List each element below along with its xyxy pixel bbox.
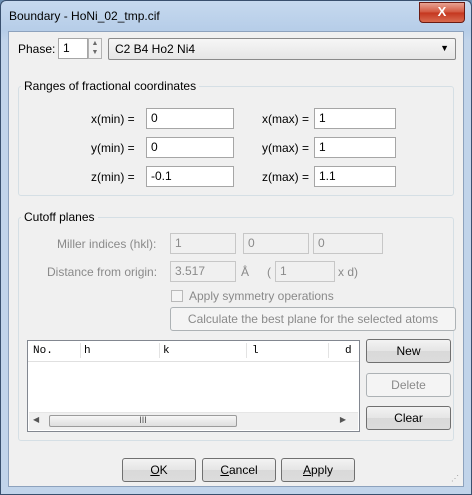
scroll-left-icon[interactable]: ◀ [33, 415, 39, 424]
clear-planes-button[interactable]: Clear [366, 406, 451, 430]
ymin-input[interactable]: 0 [146, 137, 234, 158]
col-header-h[interactable]: h [84, 345, 91, 357]
col-header-d[interactable]: d [345, 345, 352, 357]
ranges-group-title: Ranges of fractional coordinates [21, 79, 200, 93]
title-bar[interactable]: Boundary - HoNi_02_tmp.cif X [1, 1, 471, 31]
apply-label-rest: pply [311, 463, 334, 477]
ymax-input[interactable]: 1 [314, 137, 396, 158]
ymax-label: y(max) = [262, 141, 310, 155]
cutoff-planes-title: Cutoff planes [21, 210, 98, 224]
new-plane-button[interactable]: New [366, 339, 451, 363]
angstrom-unit: Å [241, 265, 250, 279]
phase-formula-select[interactable]: C2 B4 Ho2 Ni4 ▼ [108, 38, 456, 60]
zmin-input[interactable]: -0.1 [146, 166, 234, 187]
xmin-input[interactable]: 0 [146, 108, 234, 129]
apply-symmetry-checkbox[interactable] [171, 290, 183, 302]
multiplier-open-paren: ( [267, 265, 271, 279]
ok-button[interactable]: OK [122, 458, 196, 482]
distance-origin-label: Distance from origin: [47, 265, 158, 279]
col-header-no[interactable]: No. [33, 345, 53, 357]
distance-input[interactable]: 3.517 [170, 261, 236, 282]
spin-up-icon[interactable]: ▲ [89, 39, 101, 48]
xmin-label: x(min) = [91, 112, 135, 126]
col-header-l[interactable]: l [252, 345, 259, 357]
col-header-k[interactable]: k [163, 345, 170, 357]
miller-k-input[interactable]: 0 [243, 233, 309, 254]
cancel-button[interactable]: Cancel [202, 458, 276, 482]
distance-multiplier-input[interactable]: 1 [275, 261, 335, 282]
phase-label: Phase: [18, 42, 56, 56]
planes-table[interactable]: No. h k l d ◀ III ▶ [27, 340, 360, 432]
xmax-label: x(max) = [262, 112, 310, 126]
dialog-client-area: Phase: 1 ▲ ▼ C2 B4 Ho2 Ni4 ▼ Ranges of f… [8, 31, 464, 487]
calculate-best-plane-button[interactable]: Calculate the best plane for the selecte… [170, 307, 456, 331]
window-title: Boundary - HoNi_02_tmp.cif [9, 9, 160, 23]
scroll-thumb[interactable]: III [49, 415, 237, 427]
column-divider[interactable] [328, 343, 329, 358]
close-button[interactable]: X [419, 2, 465, 23]
xmax-input[interactable]: 1 [314, 108, 396, 129]
phase-formula-value: C2 B4 Ho2 Ni4 [115, 42, 196, 56]
column-divider[interactable] [246, 343, 247, 358]
miller-h-input[interactable]: 1 [170, 233, 236, 254]
multiplier-suffix: x d) [338, 265, 359, 279]
column-divider[interactable] [80, 343, 81, 358]
boundary-dialog: Boundary - HoNi_02_tmp.cif X Phase: 1 ▲ … [0, 0, 472, 495]
zmax-input[interactable]: 1.1 [314, 166, 396, 187]
cancel-label-rest: ancel [228, 463, 258, 477]
horizontal-scrollbar[interactable]: ◀ III ▶ [29, 412, 358, 430]
phase-spinner[interactable]: ▲ ▼ [88, 38, 102, 59]
zmax-label: z(max) = [262, 170, 310, 184]
column-divider[interactable] [159, 343, 160, 358]
apply-mnemonic: A [302, 463, 311, 477]
spin-down-icon[interactable]: ▼ [89, 48, 101, 57]
scroll-right-icon[interactable]: ▶ [340, 415, 346, 424]
phase-number-input[interactable]: 1 [58, 38, 88, 59]
delete-plane-button[interactable]: Delete [366, 373, 451, 397]
zmin-label: z(min) = [91, 170, 135, 184]
planes-table-header: No. h k l d [28, 341, 359, 362]
ok-mnemonic: O [150, 463, 160, 477]
resize-grip-icon[interactable]: ⋰ [451, 474, 461, 484]
apply-button[interactable]: Apply [281, 458, 355, 482]
ok-label-rest: K [159, 463, 168, 477]
ymin-label: y(min) = [91, 141, 135, 155]
chevron-down-icon: ▼ [440, 43, 449, 53]
miller-indices-label: Miller indices (hkl): [57, 237, 157, 251]
apply-symmetry-label: Apply symmetry operations [189, 289, 334, 303]
cancel-mnemonic: C [220, 463, 229, 477]
miller-l-input[interactable]: 0 [313, 233, 383, 254]
